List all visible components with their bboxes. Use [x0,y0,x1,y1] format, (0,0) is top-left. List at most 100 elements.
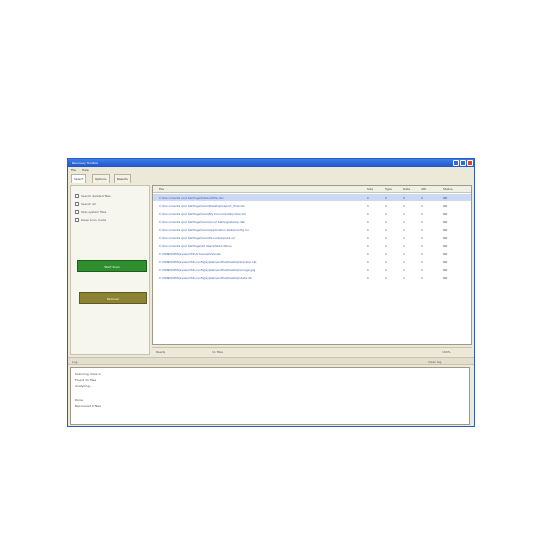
cell-value: 1 [367,212,369,216]
cell-value: 1 [367,236,369,240]
cell-value: 1 [367,260,369,264]
option-label: Search deleted files [81,194,111,198]
cell-value: 1 [385,212,387,216]
file-path: C:\Documents and Settings\User\Local Set… [159,220,245,224]
close-button[interactable] [467,160,473,166]
list-header: File Size Type Date Attr Status [153,186,471,193]
option-checkbox-3[interactable] [75,210,79,214]
cell-value: 1 [421,196,423,200]
log-line: Scanning drive C: [75,372,102,376]
cell-value: 1 [367,268,369,272]
log-divider: Log Clear log [68,357,474,365]
file-path: C:\Documents and Settings\User\Desktop\r… [159,204,245,208]
recover-button[interactable]: Recover [79,292,147,304]
tab-options[interactable]: Options [92,174,110,183]
cell-value: OK [443,276,448,280]
file-path: C:\WINDOWS\system32\config\systemprofile… [159,276,252,280]
status-mid: 11 files [212,350,223,354]
option-label: Search all [81,202,96,206]
file-path: C:\Documents and Settings\User\Applicati… [159,228,249,232]
cell-value: 1 [421,276,423,280]
file-path: C:\Documents and Settings\User\Favorites… [159,236,236,240]
option-checkbox-1[interactable] [75,194,79,198]
column-attr[interactable]: Attr [421,187,427,191]
option-checkbox-4[interactable] [75,218,79,222]
column-date[interactable]: Date [403,187,410,191]
start-scan-button[interactable]: Start Scan [77,260,147,272]
log-label: Log [72,360,78,364]
cell-value: 1 [367,228,369,232]
table-row[interactable]: C:\Documents and Settings\User\Desktop\r… [153,202,471,209]
cell-value: 1 [367,204,369,208]
minimize-button[interactable] [453,160,459,166]
table-row[interactable]: C:\Documents and Settings\All Users\Star… [153,242,471,249]
option-checkbox-2[interactable] [75,202,79,206]
file-path: C:\Documents and Settings\Default\file.d… [159,196,224,200]
cell-value: 1 [421,204,423,208]
table-row[interactable]: C:\Documents and Settings\User\Applicati… [153,226,471,233]
table-row[interactable]: C:\Documents and Settings\Default\file.d… [153,194,471,201]
column-type[interactable]: Type [385,187,392,191]
tab-strip: Select Options Results [68,173,474,183]
cell-value: 1 [385,252,387,256]
log-panel[interactable]: Scanning drive C: Found 11 files Analyzi… [70,367,470,425]
table-row[interactable]: C:\Documents and Settings\User\Local Set… [153,218,471,225]
table-row[interactable]: C:\WINDOWS\system32\config\systemprofile… [153,258,471,265]
cell-value: 1 [385,196,387,200]
cell-value: 1 [403,252,405,256]
cell-value: 1 [385,244,387,248]
table-row[interactable]: C:\Documents and Settings\User\My Docume… [153,210,471,217]
cell-value: 1 [367,244,369,248]
option-label: Deep scan mode [81,218,107,222]
cell-value: 1 [403,228,405,232]
cell-value: 1 [421,228,423,232]
table-row[interactable]: C:\WINDOWS\system32\config\systemprofile… [153,266,471,273]
cell-value: 1 [385,268,387,272]
cell-value: 1 [403,236,405,240]
window-title: Recovery Toolbox [72,161,99,165]
cell-value: OK [443,244,448,248]
title-bar[interactable]: Recovery Toolbox [68,159,474,167]
status-right: 100% [442,350,451,354]
column-size[interactable]: Size [367,187,373,191]
cell-value: OK [443,236,448,240]
file-list[interactable]: File Size Type Date Attr Status C:\Docum… [152,185,472,345]
log-line: Found 11 files [75,378,97,382]
cell-value: 1 [403,276,405,280]
cell-value: 1 [403,268,405,272]
tab-select[interactable]: Select [71,174,87,183]
log-line: Recovered 0 files [75,404,101,408]
cell-value: 1 [403,244,405,248]
cell-value: 1 [403,260,405,264]
maximize-button[interactable] [460,160,466,166]
log-line: Analyzing... [75,384,93,388]
menu-file[interactable]: File [71,168,76,172]
table-row[interactable]: C:\WINDOWS\system32\config\systemprofile… [153,274,471,281]
table-row[interactable]: C:\WINDOWS\system32\drivers\etc\hosts 1 1 1… [153,250,471,257]
cell-value: OK [443,260,448,264]
cell-value: OK [443,204,448,208]
tab-results[interactable]: Results [114,174,131,183]
cell-value: 1 [421,260,423,264]
options-panel: Search deleted files Search all Skip sys… [70,185,150,355]
option-label: Skip system files [81,210,107,214]
table-row[interactable]: C:\Documents and Settings\User\Favorites… [153,234,471,241]
menu-help[interactable]: Help [82,168,89,172]
cell-value: 1 [421,268,423,272]
cell-value: OK [443,220,448,224]
column-file[interactable]: File [159,187,164,191]
cell-value: 1 [385,276,387,280]
cell-value: 1 [367,196,369,200]
column-status[interactable]: Status [443,187,453,191]
cell-value: 1 [385,228,387,232]
status-left: Ready [156,350,166,354]
clear-log-button[interactable]: Clear log [428,360,441,364]
cell-value: 1 [421,244,423,248]
cell-value: OK [443,196,448,200]
cell-value: 1 [403,196,405,200]
cell-value: 1 [421,220,423,224]
cell-value: OK [443,268,448,272]
status-bar: Ready 11 files 100% [152,347,472,356]
main-window: Recovery Toolbox File Help Select Option… [67,158,475,427]
file-path: C:\WINDOWS\system32\config\systemprofile… [159,268,256,272]
